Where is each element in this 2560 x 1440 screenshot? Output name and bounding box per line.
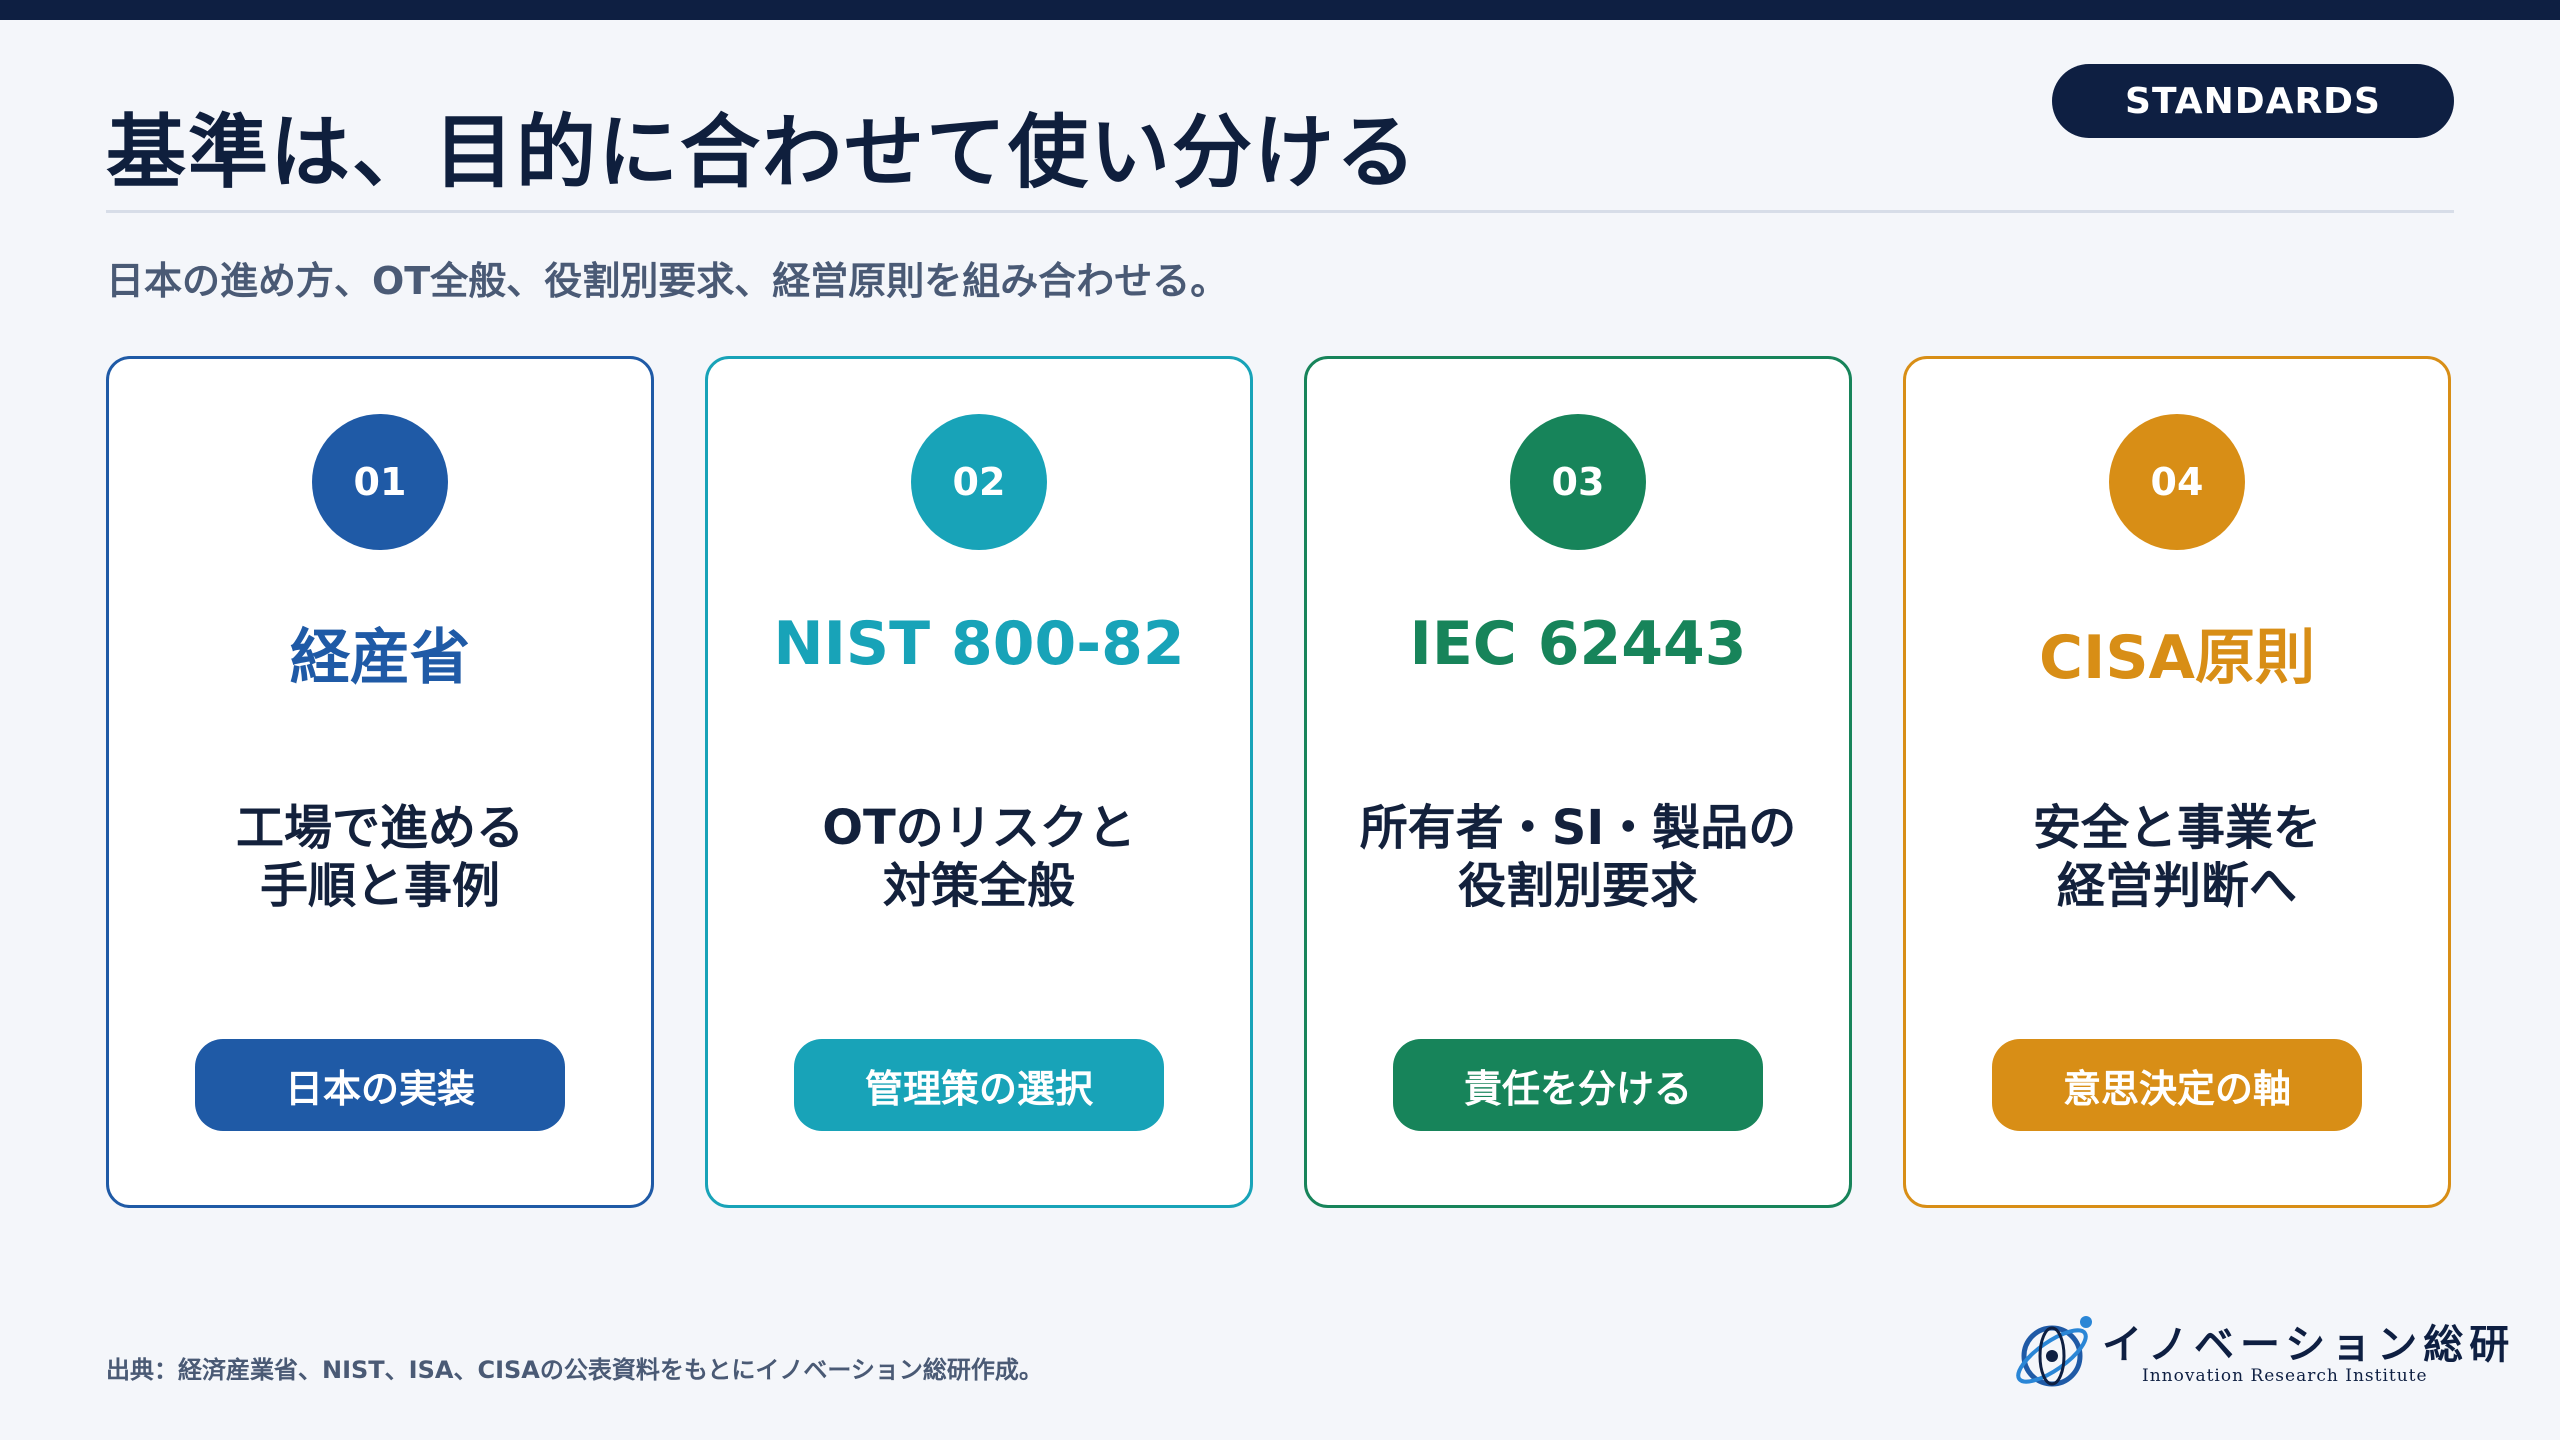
card-description: 工場で進める 手順と事例 — [109, 799, 651, 915]
card-description-line: 手順と事例 — [259, 858, 500, 914]
standard-card-meti: 01 経産省 工場で進める 手順と事例 日本の実装 — [106, 356, 654, 1208]
card-tag: 責任を分ける — [1393, 1039, 1763, 1131]
card-standard-name: CISA原則 — [2038, 623, 2315, 693]
standards-badge: STANDARDS — [2052, 64, 2454, 138]
card-standard-name: NIST 800-82 — [773, 609, 1185, 679]
page-subtitle: 日本の進め方、OT全般、役割別要求、経営原則を組み合わせる。 — [106, 259, 1229, 303]
page-title: 基準は、目的に合わせて使い分ける — [106, 106, 1418, 199]
card-description-line: 役割別要求 — [1457, 858, 1698, 914]
card-description: 安全と事業を 経営判断へ — [1906, 799, 2448, 915]
logo-subname: Innovation Research Institute — [2142, 1366, 2428, 1386]
top-accent-bar — [0, 0, 2560, 20]
card-description-line: 工場で進める — [235, 800, 524, 856]
logo-name: イノベーション総研 — [2102, 1321, 2516, 1368]
card-description: OTのリスクと 対策全般 — [708, 799, 1250, 915]
card-standard-name: 経産省 — [290, 623, 470, 693]
card-number-badge: 03 — [1510, 414, 1646, 550]
atom-globe-icon — [2016, 1316, 2092, 1387]
card-description-line: 所有者・SI・製品の — [1359, 800, 1797, 856]
standard-card-iec: 03 IEC 62443 所有者・SI・製品の 役割別要求 責任を分ける — [1304, 356, 1852, 1208]
card-description-line: OTのリスクと — [822, 800, 1136, 856]
card-tag: 日本の実装 — [195, 1039, 565, 1131]
card-number-badge: 01 — [312, 414, 448, 550]
card-number-badge: 04 — [2109, 414, 2245, 550]
card-standard-name: IEC 62443 — [1409, 609, 1747, 679]
card-description-line: 経営判断へ — [2056, 858, 2297, 914]
company-logo: イノベーション総研 Innovation Research Institute — [2012, 1306, 2509, 1396]
card-description: 所有者・SI・製品の 役割別要求 — [1307, 799, 1849, 915]
card-description-line: 対策全般 — [882, 858, 1075, 914]
standard-card-cisa: 04 CISA原則 安全と事業を 経営判断へ 意思決定の軸 — [1903, 356, 2451, 1208]
source-footnote: 出典：経済産業省、NIST、ISA、CISAの公表資料をもとにイノベーション総研… — [106, 1356, 1043, 1384]
card-description-line: 安全と事業を — [2032, 800, 2321, 856]
standard-card-nist: 02 NIST 800-82 OTのリスクと 対策全般 管理策の選択 — [705, 356, 1253, 1208]
card-tag: 意思決定の軸 — [1992, 1039, 2362, 1131]
card-tag: 管理策の選択 — [794, 1039, 1164, 1131]
header-divider — [106, 210, 2454, 213]
card-number-badge: 02 — [911, 414, 1047, 550]
